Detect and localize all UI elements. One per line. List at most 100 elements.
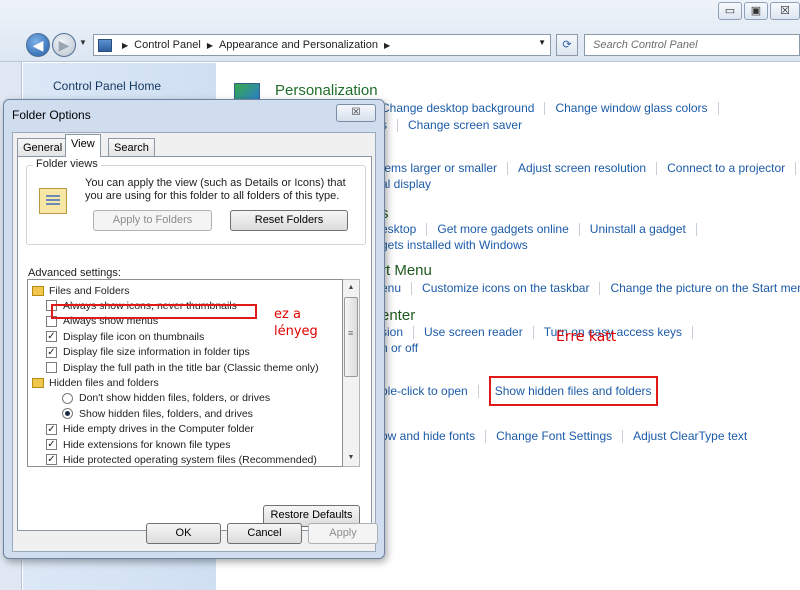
view-tab-panel: Folder views You can apply the view (suc…: [17, 156, 372, 531]
link-change-font-settings[interactable]: Change Font Settings: [496, 429, 612, 443]
tab-search[interactable]: Search: [108, 138, 155, 157]
folder-views-description: You can apply the view (such as Details …: [85, 177, 346, 202]
folder-options-links-row: ble-click to open Show hidden files and …: [381, 376, 658, 406]
link-show-hidden-files[interactable]: Show hidden files and folders: [495, 384, 652, 398]
back-arrow-icon: ◀: [32, 37, 44, 53]
dialog-close-button[interactable]: ☒: [336, 104, 376, 122]
tree-scrollbar[interactable]: ▲ ▼: [343, 279, 360, 467]
folder-views-legend: Folder views: [33, 158, 101, 170]
address-dropdown-icon[interactable]: ▼: [538, 38, 546, 47]
annotation-highlight-box: Show hidden files and folders: [488, 376, 658, 406]
radio-button[interactable]: [62, 392, 73, 404]
forward-arrow-icon: ▶: [58, 37, 70, 53]
annotation-ez-a-lenyeg: ez a lényeg: [274, 306, 318, 340]
tree-item-checkbox[interactable]: ✓ Display file icon on thumbnails: [46, 329, 204, 344]
link-change-screen-saver[interactable]: Change screen saver: [408, 118, 522, 132]
link-get-more-gadgets[interactable]: Get more gadgets online: [437, 222, 568, 236]
gadgets-links-row: esktop Get more gadgets online Uninstall…: [381, 222, 707, 236]
breadcrumb-chevron-icon[interactable]: ▶: [122, 41, 128, 50]
apply-to-folders-button[interactable]: Apply to Folders: [93, 210, 212, 231]
close-window-button[interactable]: ☒: [770, 2, 800, 20]
tree-item-label: Display the full path in the title bar (…: [63, 361, 319, 374]
display-links-row: tems larger or smaller Adjust screen res…: [381, 161, 800, 175]
annotation-highlight-box: [51, 304, 257, 319]
link-customize-taskbar-icons[interactable]: Customize icons on the taskbar: [422, 281, 589, 295]
breadcrumb-control-panel[interactable]: Control Panel: [134, 39, 201, 51]
maximize-button[interactable]: ▣: [744, 2, 768, 20]
link-connect-projector[interactable]: Connect to a projector: [667, 161, 785, 175]
checkbox[interactable]: [46, 362, 57, 373]
display-links-row-2: al display: [381, 177, 431, 191]
tree-item-radio[interactable]: Show hidden files, folders, and drives: [62, 406, 253, 421]
tree-item-label: Show hidden files, folders, and drives: [79, 407, 253, 420]
link-high-contrast[interactable]: n or off: [381, 341, 418, 355]
control-panel-home-link[interactable]: Control Panel Home: [53, 79, 161, 93]
link-preview-fonts[interactable]: ow and hide fonts: [381, 429, 475, 443]
forward-button[interactable]: ▶: [52, 33, 76, 57]
tree-item-checkbox[interactable]: ✓ Hide protected operating system files (…: [46, 452, 317, 466]
link-change-window-glass-colors[interactable]: Change window glass colors: [555, 101, 707, 115]
apply-button[interactable]: Apply: [308, 523, 378, 544]
scroll-up-arrow-icon[interactable]: ▲: [343, 280, 359, 296]
recent-pages-dropdown[interactable]: ▼: [79, 38, 87, 47]
refresh-icon: ⟳: [562, 39, 572, 51]
link-items-larger-smaller[interactable]: tems larger or smaller: [381, 161, 497, 175]
link-change-start-menu-picture[interactable]: Change the picture on the Start menu: [610, 281, 800, 295]
breadcrumb-chevron-icon[interactable]: ▶: [384, 41, 390, 50]
reset-folders-button[interactable]: Reset Folders: [230, 210, 348, 231]
tree-item-folder[interactable]: Files and Folders: [32, 283, 130, 298]
tree-item-radio[interactable]: Don't show hidden files, folders, or dri…: [62, 391, 270, 406]
breadcrumb-appearance[interactable]: Appearance and Personalization: [219, 39, 378, 51]
search-input[interactable]: Search Control Panel: [584, 34, 800, 56]
tree-item-folder[interactable]: Hidden files and folders: [32, 375, 159, 390]
checkbox[interactable]: ✓: [46, 423, 57, 435]
link-restore-gadgets[interactable]: gets installed with Windows: [381, 238, 528, 252]
checkbox[interactable]: ✓: [46, 454, 57, 466]
tab-general[interactable]: General: [17, 138, 69, 157]
tree-item-label: Hide empty drives in the Computer folder: [63, 423, 254, 436]
tree-item-label: Don't show hidden files, folders, or dri…: [79, 392, 271, 405]
back-button[interactable]: ◀: [26, 33, 50, 57]
link-change-desktop-background[interactable]: Change desktop background: [381, 101, 534, 115]
link-single-double-click[interactable]: ble-click to open: [381, 384, 468, 398]
tab-view[interactable]: View: [65, 134, 101, 157]
checkbox[interactable]: ✓: [46, 346, 57, 358]
taskbar-start-menu-title[interactable]: rt Menu: [381, 262, 432, 279]
tree-item-checkbox[interactable]: Display the full path in the title bar (…: [46, 360, 319, 375]
cancel-button[interactable]: Cancel: [227, 523, 302, 544]
address-bar[interactable]: ▶ Control Panel ▶ Appearance and Persona…: [93, 34, 551, 56]
folder-options-dialog: Folder Options ☒ General View Search Fol…: [3, 99, 385, 559]
ease-links-row-2: n or off: [381, 341, 418, 355]
dialog-title: Folder Options: [12, 108, 91, 122]
link-adjust-cleartype[interactable]: Adjust ClearType text: [633, 429, 747, 443]
tree-item-checkbox[interactable]: ✓ Hide extensions for known file types: [46, 437, 231, 452]
radio-button[interactable]: [62, 408, 73, 420]
folder-icon: [32, 377, 44, 388]
link-external-display[interactable]: al display: [381, 177, 431, 191]
checkbox[interactable]: ✓: [46, 439, 57, 450]
link-uninstall-gadget[interactable]: Uninstall a gadget: [590, 222, 686, 236]
ok-button[interactable]: OK: [146, 523, 221, 544]
tree-item-label: Hide protected operating system files (R…: [63, 453, 317, 466]
ease-of-access-center-title[interactable]: enter: [381, 307, 415, 324]
breadcrumb-chevron-icon[interactable]: ▶: [207, 41, 213, 50]
gadgets-links-row-2: gets installed with Windows: [381, 238, 528, 252]
link-use-screen-reader[interactable]: Use screen reader: [424, 325, 523, 339]
tree-item-checkbox[interactable]: ✓ Display file size information in folder…: [46, 345, 250, 360]
checkbox[interactable]: ✓: [46, 331, 57, 343]
tree-item-checkbox[interactable]: ✓ Hide empty drives in the Computer folde…: [46, 422, 254, 437]
fonts-links-row: ow and hide fonts Change Font Settings A…: [381, 429, 747, 443]
folder-views-icon: [39, 188, 67, 214]
link-adjust-screen-resolution[interactable]: Adjust screen resolution: [518, 161, 646, 175]
ease-links-row: sion Use screen reader Turn on easy acce…: [381, 325, 703, 339]
scrollbar-thumb[interactable]: [344, 297, 358, 377]
refresh-button[interactable]: ⟳: [556, 34, 578, 56]
minimize-button[interactable]: ▭: [718, 2, 742, 20]
tree-item-label: Display file size information in folder …: [63, 346, 250, 359]
scroll-down-arrow-icon[interactable]: ▼: [343, 450, 359, 466]
link-add-gadgets-desktop[interactable]: esktop: [381, 222, 416, 236]
personalization-title[interactable]: Personalization: [275, 82, 378, 99]
tree-item-label: Hide extensions for known file types: [63, 438, 231, 451]
search-placeholder: Search Control Panel: [593, 39, 698, 51]
dialog-body: General View Search Folder views You can…: [12, 132, 378, 552]
